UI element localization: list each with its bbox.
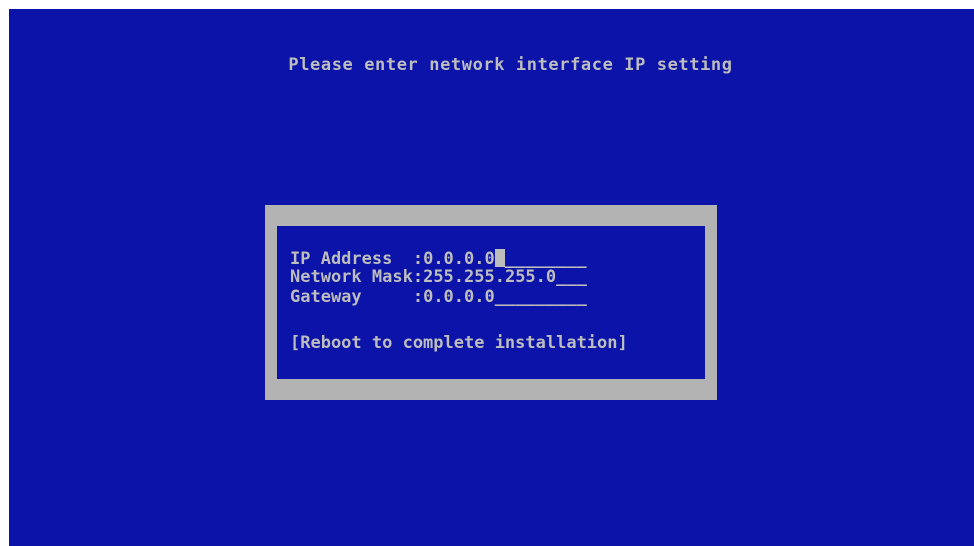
ip-address-row: IP Address :0.0.0.0 ________ (290, 249, 587, 269)
network-settings-dialog: IP Address :0.0.0.0 ________ Network Mask… (265, 205, 717, 400)
reboot-button[interactable]: [Reboot to complete installation] (290, 334, 628, 353)
network-mask-separator: : (412, 267, 424, 287)
network-mask-value: 255.255.255.0 (423, 267, 557, 287)
gateway-separator: : (412, 287, 424, 307)
network-mask-input[interactable]: 255.255.255.0___ (423, 268, 587, 287)
setup-heading: Please enter network interface IP settin… (288, 55, 733, 75)
ip-address-value: 0.0.0.0 (423, 249, 495, 269)
ip-address-input[interactable]: 0.0.0.0 ________ (423, 249, 587, 269)
network-mask-label: Network Mask (290, 267, 413, 287)
gateway-fill: _________ (494, 287, 587, 307)
network-mask-row: Network Mask:255.255.255.0___ (290, 268, 587, 287)
network-mask-fill: ___ (556, 267, 587, 287)
ip-address-separator: : (412, 249, 424, 269)
gateway-label: Gateway (290, 287, 413, 307)
gateway-value: 0.0.0.0 (423, 287, 495, 307)
dialog-panel: IP Address :0.0.0.0 ________ Network Mask… (277, 226, 705, 379)
console-screen: Please enter network interface IP settin… (9, 9, 974, 546)
gateway-input[interactable]: 0.0.0.0_________ (423, 288, 587, 307)
text-cursor (494, 249, 505, 267)
ip-address-fill: ________ (504, 249, 587, 269)
gateway-row: Gateway :0.0.0.0_________ (290, 288, 587, 307)
ip-address-label: IP Address (290, 249, 413, 269)
